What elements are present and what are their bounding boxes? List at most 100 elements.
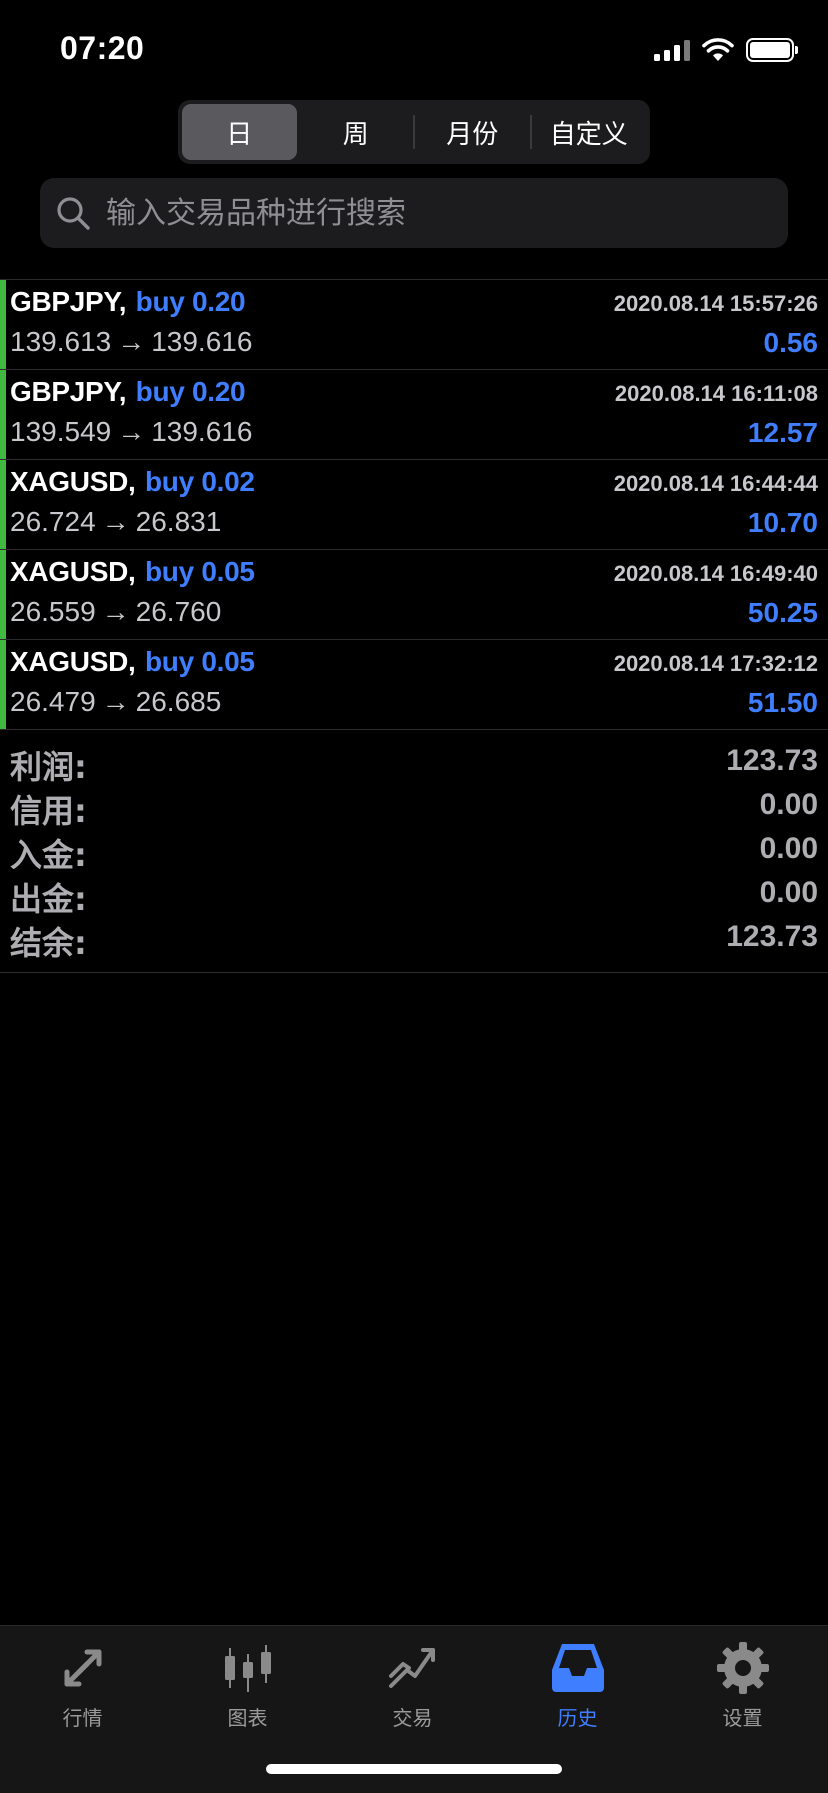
summary-value: 123.73: [726, 920, 818, 953]
arrow-right-icon: →: [101, 596, 130, 627]
trade-symbol: XAGUSD,: [10, 466, 136, 497]
account-summary: 利润: 123.73 信用: 0.00 入金: 0.00 出金: 0.00 结余…: [0, 740, 828, 973]
close-price: 26.760: [135, 596, 222, 627]
settings-icon: [716, 1642, 769, 1694]
arrow-right-icon: →: [101, 506, 130, 537]
arrow-right-icon: →: [117, 326, 146, 357]
trade-time: 2020.08.14 17:32:12: [613, 651, 818, 676]
trade-row[interactable]: XAGUSD, buy 0.05 2020.08.14 17:32:12 26.…: [0, 640, 828, 730]
trade-header: XAGUSD, buy 0.05: [10, 646, 255, 678]
open-price: 139.613: [10, 326, 112, 357]
buy-indicator-bar: [0, 460, 6, 549]
search-bar[interactable]: [40, 178, 788, 248]
trade-time: 2020.08.14 16:44:44: [613, 471, 818, 496]
open-price: 26.479: [10, 686, 96, 717]
status-bar: 07:20: [0, 0, 828, 96]
summary-row-credit: 信用: 0.00: [0, 784, 828, 830]
buy-indicator-bar: [0, 550, 6, 639]
trade-icon: [388, 1648, 435, 1688]
wifi-icon: [702, 38, 734, 61]
trade-side-volume: buy 0.05: [144, 556, 255, 587]
summary-label: 信用:: [10, 792, 87, 830]
tab-quotes[interactable]: 行情: [0, 1640, 165, 1740]
open-price: 139.549: [10, 416, 112, 447]
summary-value: 0.00: [759, 788, 818, 821]
trade-symbol: XAGUSD,: [10, 646, 136, 677]
tab-settings[interactable]: 设置: [660, 1640, 825, 1740]
trade-profit: 51.50: [747, 687, 818, 718]
trade-prices: 139.549 → 139.616: [10, 416, 252, 448]
tab-custom[interactable]: 自定义: [532, 104, 647, 160]
summary-row-withdrawal: 出金: 0.00: [0, 872, 828, 918]
trade-prices: 139.613 → 139.616: [10, 326, 252, 358]
trade-row[interactable]: XAGUSD, buy 0.02 2020.08.14 16:44:44 26.…: [0, 460, 828, 550]
quotes-icon: [64, 1649, 101, 1687]
summary-value: 0.00: [759, 876, 818, 909]
summary-label: 出金:: [10, 880, 87, 918]
chart-icon: [224, 1645, 271, 1692]
arrow-right-icon: →: [101, 686, 130, 717]
trade-history-list: GBPJPY, buy 0.20 2020.08.14 15:57:26 139…: [0, 279, 828, 730]
tab-label: 交易: [392, 1706, 433, 1730]
buy-indicator-bar: [0, 280, 6, 369]
trade-side-volume: buy 0.05: [144, 646, 255, 677]
summary-label: 入金:: [10, 836, 87, 874]
tab-week[interactable]: 周: [299, 104, 414, 160]
summary-row-balance: 结余: 123.73: [0, 916, 828, 962]
trade-time: 2020.08.14 15:57:26: [613, 291, 818, 316]
history-icon: [551, 1644, 604, 1692]
search-input[interactable]: [106, 195, 788, 231]
tab-label: 设置: [722, 1706, 763, 1730]
open-price: 26.559: [10, 596, 96, 627]
trade-prices: 26.479 → 26.685: [10, 686, 221, 718]
buy-indicator-bar: [0, 370, 6, 459]
trade-header: XAGUSD, buy 0.05: [10, 556, 255, 588]
battery-icon: [746, 38, 798, 62]
tab-label: 历史: [557, 1706, 598, 1730]
trade-symbol: GBPJPY,: [10, 376, 127, 407]
close-price: 139.616: [151, 416, 253, 447]
summary-label: 利润:: [10, 748, 87, 786]
summary-value: 0.00: [759, 832, 818, 865]
trade-header: XAGUSD, buy 0.02: [10, 466, 255, 498]
trade-side-volume: buy 0.02: [144, 466, 255, 497]
buy-indicator-bar: [0, 640, 6, 729]
summary-row-deposit: 入金: 0.00: [0, 828, 828, 874]
tab-chart[interactable]: 图表: [165, 1640, 330, 1740]
close-price: 26.685: [135, 686, 222, 717]
tab-history[interactable]: 历史: [495, 1640, 660, 1740]
tab-label: 行情: [62, 1706, 103, 1730]
trade-profit: 0.56: [763, 327, 819, 358]
trade-time: 2020.08.14 16:11:08: [614, 381, 818, 406]
tab-trade[interactable]: 交易: [330, 1640, 495, 1740]
summary-label: 结余:: [10, 924, 87, 962]
trade-header: GBPJPY, buy 0.20: [10, 286, 246, 318]
trade-side-volume: buy 0.20: [135, 286, 246, 317]
trade-profit: 12.57: [747, 417, 818, 448]
trade-row[interactable]: GBPJPY, buy 0.20 2020.08.14 16:11:08 139…: [0, 370, 828, 460]
trade-symbol: GBPJPY,: [10, 286, 127, 317]
tab-day[interactable]: 日: [182, 104, 297, 160]
trade-time: 2020.08.14 16:49:40: [613, 561, 818, 586]
home-indicator: [266, 1764, 562, 1774]
status-time: 07:20: [60, 30, 145, 66]
tab-label: 图表: [227, 1706, 268, 1730]
tab-month[interactable]: 月份: [415, 104, 530, 160]
trade-side-volume: buy 0.20: [135, 376, 246, 407]
trade-header: GBPJPY, buy 0.20: [10, 376, 246, 408]
trade-row[interactable]: XAGUSD, buy 0.05 2020.08.14 16:49:40 26.…: [0, 550, 828, 640]
close-price: 139.616: [151, 326, 253, 357]
summary-row-profit: 利润: 123.73: [0, 740, 828, 786]
cellular-signal-icon: [654, 39, 690, 61]
trade-profit: 50.25: [747, 597, 818, 628]
open-price: 26.724: [10, 506, 96, 537]
close-price: 26.831: [135, 506, 222, 537]
trade-row[interactable]: GBPJPY, buy 0.20 2020.08.14 15:57:26 139…: [0, 280, 828, 370]
period-segmented-control: 日 周 月份 自定义: [178, 100, 650, 164]
arrow-right-icon: →: [117, 416, 146, 447]
trade-prices: 26.559 → 26.760: [10, 596, 221, 628]
status-icons: [654, 36, 798, 64]
search-icon: [57, 197, 90, 230]
trade-profit: 10.70: [747, 507, 818, 538]
trade-prices: 26.724 → 26.831: [10, 506, 221, 538]
